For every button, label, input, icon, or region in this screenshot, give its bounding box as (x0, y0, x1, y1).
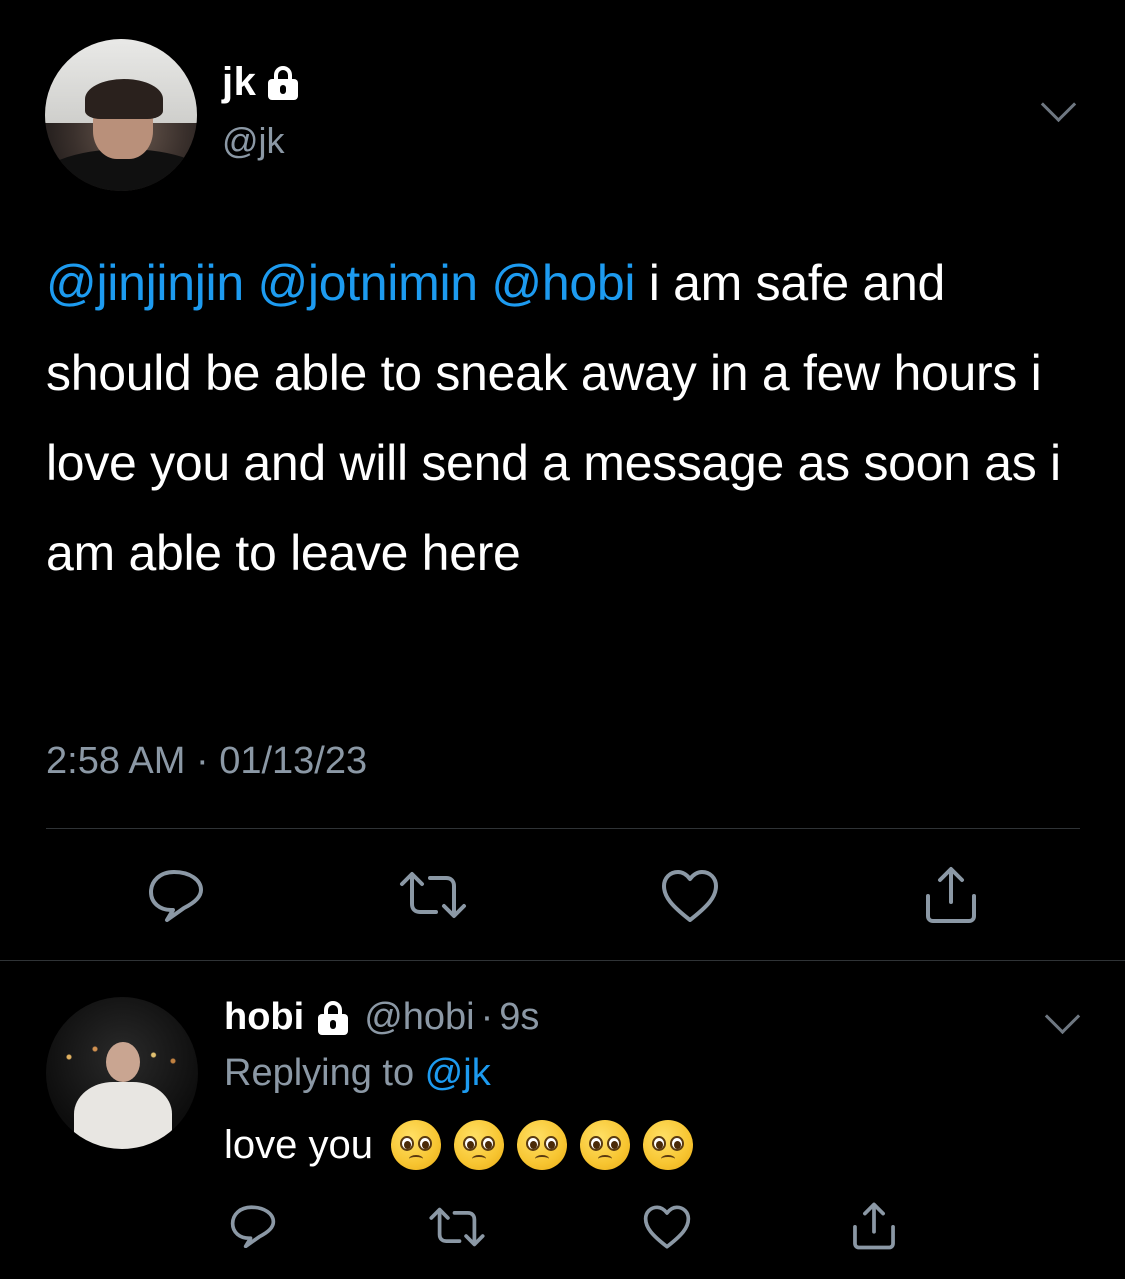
pleading-face-icon (516, 1120, 567, 1170)
mention-link[interactable]: @jotnimin (257, 255, 478, 311)
reply-dot: · (480, 996, 494, 1038)
author-name-row[interactable]: jk (222, 60, 299, 105)
pleading-face-icon (390, 1120, 441, 1170)
retweet-icon[interactable] (428, 1206, 486, 1248)
lock-icon (268, 65, 299, 100)
pleading-face-icon (642, 1120, 693, 1170)
tweet-time[interactable]: 2:58 AM (46, 740, 185, 782)
emoji-row (390, 1120, 706, 1170)
reply-author-avatar[interactable] (46, 997, 198, 1149)
mention-link[interactable]: @jinjinjin (46, 255, 244, 311)
heart-icon[interactable] (642, 1204, 692, 1250)
reply-icon[interactable] (228, 1204, 278, 1248)
tweet-detail-page: jk @jk @jinjinjin @jotnimin @hobi i am s… (0, 0, 1125, 1279)
section-separator (0, 960, 1125, 961)
pleading-face-icon (453, 1120, 504, 1170)
author-name[interactable]: jk (222, 60, 256, 105)
reply-author-handle[interactable]: @hobi (364, 996, 474, 1039)
tweet-date[interactable]: 01/13/23 (219, 740, 367, 782)
replying-to-line: Replying to @jk (224, 1052, 491, 1095)
reply-icon[interactable] (146, 868, 206, 922)
tweet-timestamp: 2:58 AM · 01/13/23 (46, 740, 367, 783)
chevron-down-icon[interactable] (1040, 86, 1077, 123)
divider (46, 828, 1080, 829)
timestamp-separator: · (185, 740, 220, 782)
author-handle[interactable]: @jk (222, 120, 285, 162)
mention-link[interactable]: @hobi (491, 255, 635, 311)
pleading-face-icon (579, 1120, 630, 1170)
author-avatar[interactable] (45, 39, 197, 191)
share-icon[interactable] (922, 866, 980, 924)
heart-icon[interactable] (660, 868, 720, 924)
reply-header: hobi @hobi · 9s (224, 996, 539, 1039)
retweet-icon[interactable] (398, 870, 468, 920)
chevron-down-icon[interactable] (1044, 998, 1081, 1035)
reply-body: love you (224, 1122, 373, 1167)
tweet-text: @jinjinjin @jotnimin @hobi i am safe and… (46, 238, 1086, 598)
share-icon[interactable] (850, 1202, 898, 1250)
reply-text: love you (224, 1120, 706, 1170)
lock-icon (318, 1000, 349, 1035)
reply-author-name[interactable]: hobi (224, 996, 304, 1039)
replying-to-label: Replying to (224, 1052, 425, 1094)
replying-to-mention[interactable]: @jk (425, 1052, 491, 1094)
reply-time[interactable]: 9s (499, 996, 539, 1039)
